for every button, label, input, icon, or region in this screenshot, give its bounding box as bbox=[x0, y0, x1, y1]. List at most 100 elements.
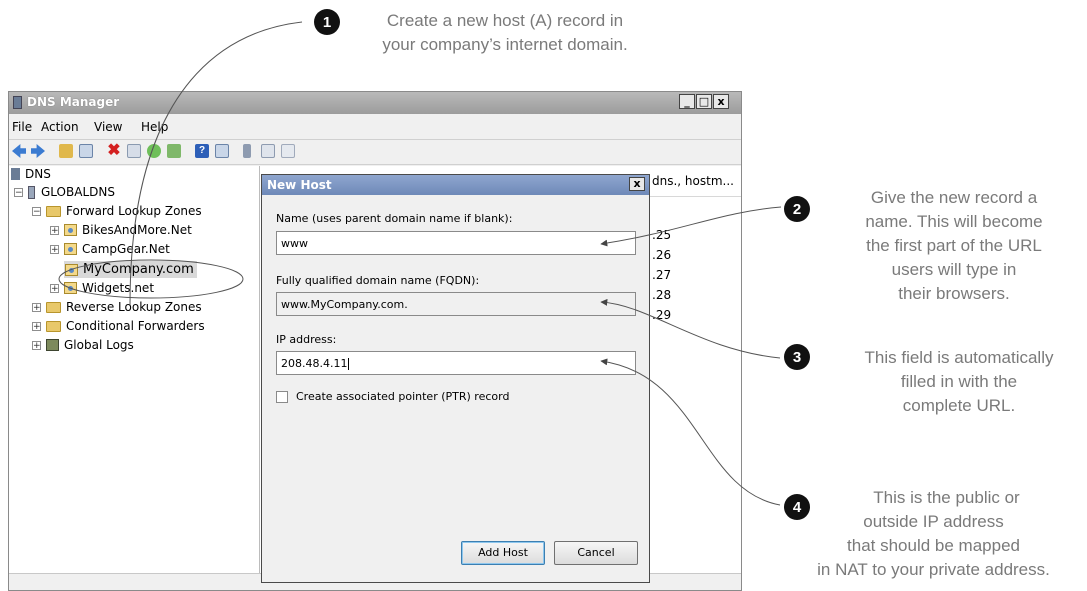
callout-line: in NAT to your private address. bbox=[817, 560, 1050, 579]
record-value[interactable]: .26 bbox=[652, 248, 671, 262]
dialog-titlebar[interactable]: New Host x bbox=[262, 175, 649, 195]
name-input[interactable]: www bbox=[276, 231, 636, 255]
dialog-close-button[interactable]: x bbox=[629, 177, 645, 191]
ip-address-value: 208.48.4.11 bbox=[281, 357, 348, 370]
callout-line: their browsers. bbox=[898, 284, 1010, 303]
server-icon bbox=[28, 185, 35, 199]
zone-icon bbox=[65, 263, 78, 276]
up-folder-icon[interactable] bbox=[59, 144, 73, 158]
fqdn-label: Fully qualified domain name (FQDN): bbox=[276, 274, 480, 287]
tree-label-dns: DNS bbox=[25, 167, 51, 181]
tree-node-zone[interactable]: + Widgets.net bbox=[50, 281, 154, 295]
folder-icon bbox=[46, 301, 61, 313]
zone-icon bbox=[64, 243, 77, 255]
back-icon[interactable] bbox=[12, 144, 26, 158]
close-button[interactable]: x bbox=[713, 94, 729, 109]
tree-label-zone: CampGear.Net bbox=[82, 242, 170, 256]
expand-icon[interactable]: + bbox=[50, 244, 59, 254]
properties-icon[interactable] bbox=[127, 144, 141, 158]
record-value[interactable]: .29 bbox=[652, 308, 671, 322]
export-list-icon[interactable] bbox=[167, 144, 181, 158]
callout-line: that should be mapped bbox=[847, 536, 1020, 555]
tree-label-server: GLOBALDNS bbox=[41, 185, 115, 199]
dialog-title: New Host bbox=[267, 178, 332, 192]
window-title: DNS Manager bbox=[27, 95, 120, 109]
maximize-button[interactable]: □ bbox=[696, 94, 712, 109]
refresh-icon[interactable] bbox=[147, 144, 161, 158]
console-tree: DNS − GLOBALDNS − Forward Lookup Zones +… bbox=[9, 166, 260, 590]
ptr-checkbox[interactable] bbox=[276, 391, 288, 403]
callout-badge-3: 3 bbox=[784, 344, 810, 370]
new-host-dialog: New Host x Name (uses parent domain name… bbox=[261, 174, 650, 583]
help-icon[interactable]: ? bbox=[195, 144, 209, 158]
callout-line: This field is automatically bbox=[864, 348, 1054, 367]
expand-icon[interactable]: + bbox=[32, 340, 41, 350]
add-host-button[interactable]: Add Host bbox=[461, 541, 545, 565]
delete-icon[interactable]: ✖ bbox=[107, 143, 121, 159]
menu-help[interactable]: Help bbox=[141, 120, 168, 134]
tree-label-reverse: Reverse Lookup Zones bbox=[66, 300, 202, 314]
tree-node-dns[interactable]: DNS bbox=[11, 167, 51, 181]
expand-icon[interactable]: + bbox=[32, 302, 41, 312]
fqdn-field: www.MyCompany.com. bbox=[276, 292, 636, 316]
tree-node-zone[interactable]: + BikesAndMore.Net bbox=[50, 223, 192, 237]
callout-text-3: This field is automatically filled in wi… bbox=[833, 346, 1085, 418]
callout-line: This is the public or bbox=[873, 488, 1020, 507]
menu-file[interactable]: File bbox=[12, 120, 32, 134]
menu-view[interactable]: View bbox=[94, 120, 122, 134]
tree-label-zone: BikesAndMore.Net bbox=[82, 223, 192, 237]
tree-node-conditional-forwarders[interactable]: + Conditional Forwarders bbox=[32, 319, 205, 333]
callout-line: outside IP address bbox=[863, 512, 1004, 531]
action-pane-icon[interactable] bbox=[215, 144, 229, 158]
collapse-icon[interactable]: − bbox=[32, 206, 41, 216]
expand-icon[interactable]: + bbox=[50, 283, 59, 293]
zone-icon bbox=[64, 224, 77, 236]
menu-bar: File Action View Help bbox=[9, 117, 741, 137]
tree-node-zone[interactable]: + CampGear.Net bbox=[50, 242, 170, 256]
dns-icon bbox=[11, 168, 20, 180]
folder-icon bbox=[46, 320, 61, 332]
callout-text-4: This is the public or outside IP address… bbox=[780, 486, 1087, 582]
folder-icon bbox=[46, 205, 61, 217]
callout-line: the first part of the URL bbox=[866, 236, 1042, 255]
callout-line: filled in with the bbox=[900, 372, 1018, 391]
record-value[interactable]: .28 bbox=[652, 288, 671, 302]
expand-icon[interactable]: + bbox=[50, 225, 59, 235]
forward-icon[interactable] bbox=[31, 144, 45, 158]
window-titlebar[interactable]: DNS Manager _ □ x bbox=[9, 92, 741, 114]
callout-line: your company’s internet domain. bbox=[382, 35, 628, 54]
ip-label: IP address: bbox=[276, 333, 337, 346]
expand-icon[interactable]: + bbox=[32, 321, 41, 331]
callout-line: users will type in bbox=[891, 260, 1017, 279]
tree-label-forward: Forward Lookup Zones bbox=[66, 204, 202, 218]
minimize-button[interactable]: _ bbox=[679, 94, 695, 109]
record-value[interactable]: .25 bbox=[652, 228, 671, 242]
callout-text-1: Create a new host (A) record in your com… bbox=[345, 9, 665, 57]
menu-action[interactable]: Action bbox=[41, 120, 79, 134]
tree-label-conditional: Conditional Forwarders bbox=[66, 319, 205, 333]
tree-node-forward-lookup-zones[interactable]: − Forward Lookup Zones bbox=[32, 204, 202, 218]
event-log-icon bbox=[46, 339, 59, 351]
server-icon[interactable] bbox=[243, 144, 251, 158]
toolbar: ✖ ? bbox=[9, 139, 741, 165]
record-value[interactable]: .27 bbox=[652, 268, 671, 282]
dns-app-icon bbox=[13, 96, 22, 109]
callout-line: name. This will become bbox=[865, 212, 1043, 231]
filter-icon[interactable] bbox=[281, 144, 295, 158]
tree-node-global-logs[interactable]: + Global Logs bbox=[32, 338, 134, 352]
callout-line: Create a new host (A) record in bbox=[386, 11, 624, 30]
tree-node-globaldns[interactable]: − GLOBALDNS bbox=[14, 185, 115, 199]
ptr-label: Create associated pointer (PTR) record bbox=[296, 390, 510, 403]
tree-node-zone-selected[interactable]: MyCompany.com bbox=[64, 261, 197, 278]
column-header-text: dns., hostm... bbox=[652, 174, 734, 188]
callout-text-2: Give the new record a name. This will be… bbox=[825, 186, 1083, 306]
text-cursor bbox=[348, 358, 350, 370]
show-hide-tree-icon[interactable] bbox=[79, 144, 93, 158]
record-icon[interactable] bbox=[261, 144, 275, 158]
tree-node-reverse-lookup-zones[interactable]: + Reverse Lookup Zones bbox=[32, 300, 202, 314]
ip-address-input[interactable]: 208.48.4.11 bbox=[276, 351, 636, 375]
cancel-button[interactable]: Cancel bbox=[554, 541, 638, 565]
zone-icon bbox=[64, 282, 77, 294]
collapse-icon[interactable]: − bbox=[14, 187, 23, 197]
tree-label-logs: Global Logs bbox=[64, 338, 134, 352]
